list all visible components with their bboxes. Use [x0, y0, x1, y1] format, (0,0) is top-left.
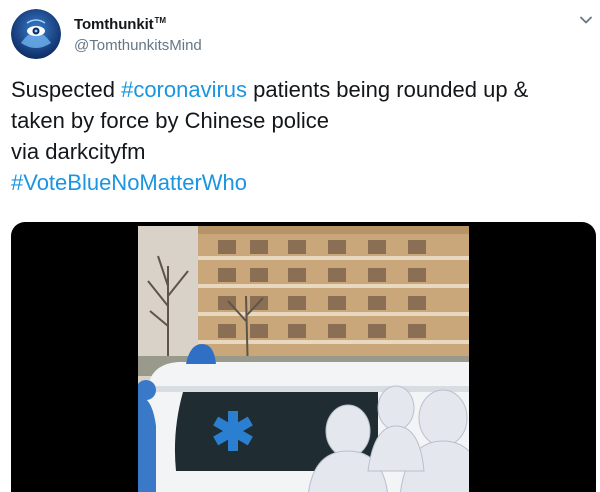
tweet-text: Suspected #coronavirus patients being ro…: [11, 74, 591, 198]
author-display-name[interactable]: TomthunkitTM: [74, 16, 166, 33]
trademark-mark: TM: [154, 16, 166, 25]
author-avatar[interactable]: [11, 9, 61, 59]
text-fragment: patients being rounded up &: [247, 77, 529, 102]
tweet-text-line-2: taken by force by Chinese police: [11, 108, 329, 133]
hashtag-coronavirus-link[interactable]: #coronavirus: [121, 77, 247, 102]
tweet-text-line-1: Suspected #coronavirus patients being ro…: [11, 74, 591, 105]
tweet-text-line-4: #VoteBlueNoMatterWho: [11, 167, 591, 198]
text-fragment: Suspected: [11, 77, 122, 102]
video-frame: [138, 226, 469, 492]
tweet-text-line-3: via darkcityfm: [11, 139, 146, 164]
hashtag-voteblue-link[interactable]: #VoteBlueNoMatterWho: [11, 170, 247, 195]
author-handle[interactable]: @TomthunkitsMind: [74, 37, 202, 54]
tweet-card: TomthunkitTM @TomthunkitsMind Suspected …: [0, 0, 600, 492]
tweet-menu-button[interactable]: [578, 12, 594, 28]
chevron-down-icon: [580, 16, 592, 24]
video-scene-image: [138, 226, 469, 492]
author-name-text: Tomthunkit: [74, 16, 154, 33]
third-eye-avatar-icon: [11, 9, 61, 59]
tweet-video[interactable]: [11, 222, 596, 492]
